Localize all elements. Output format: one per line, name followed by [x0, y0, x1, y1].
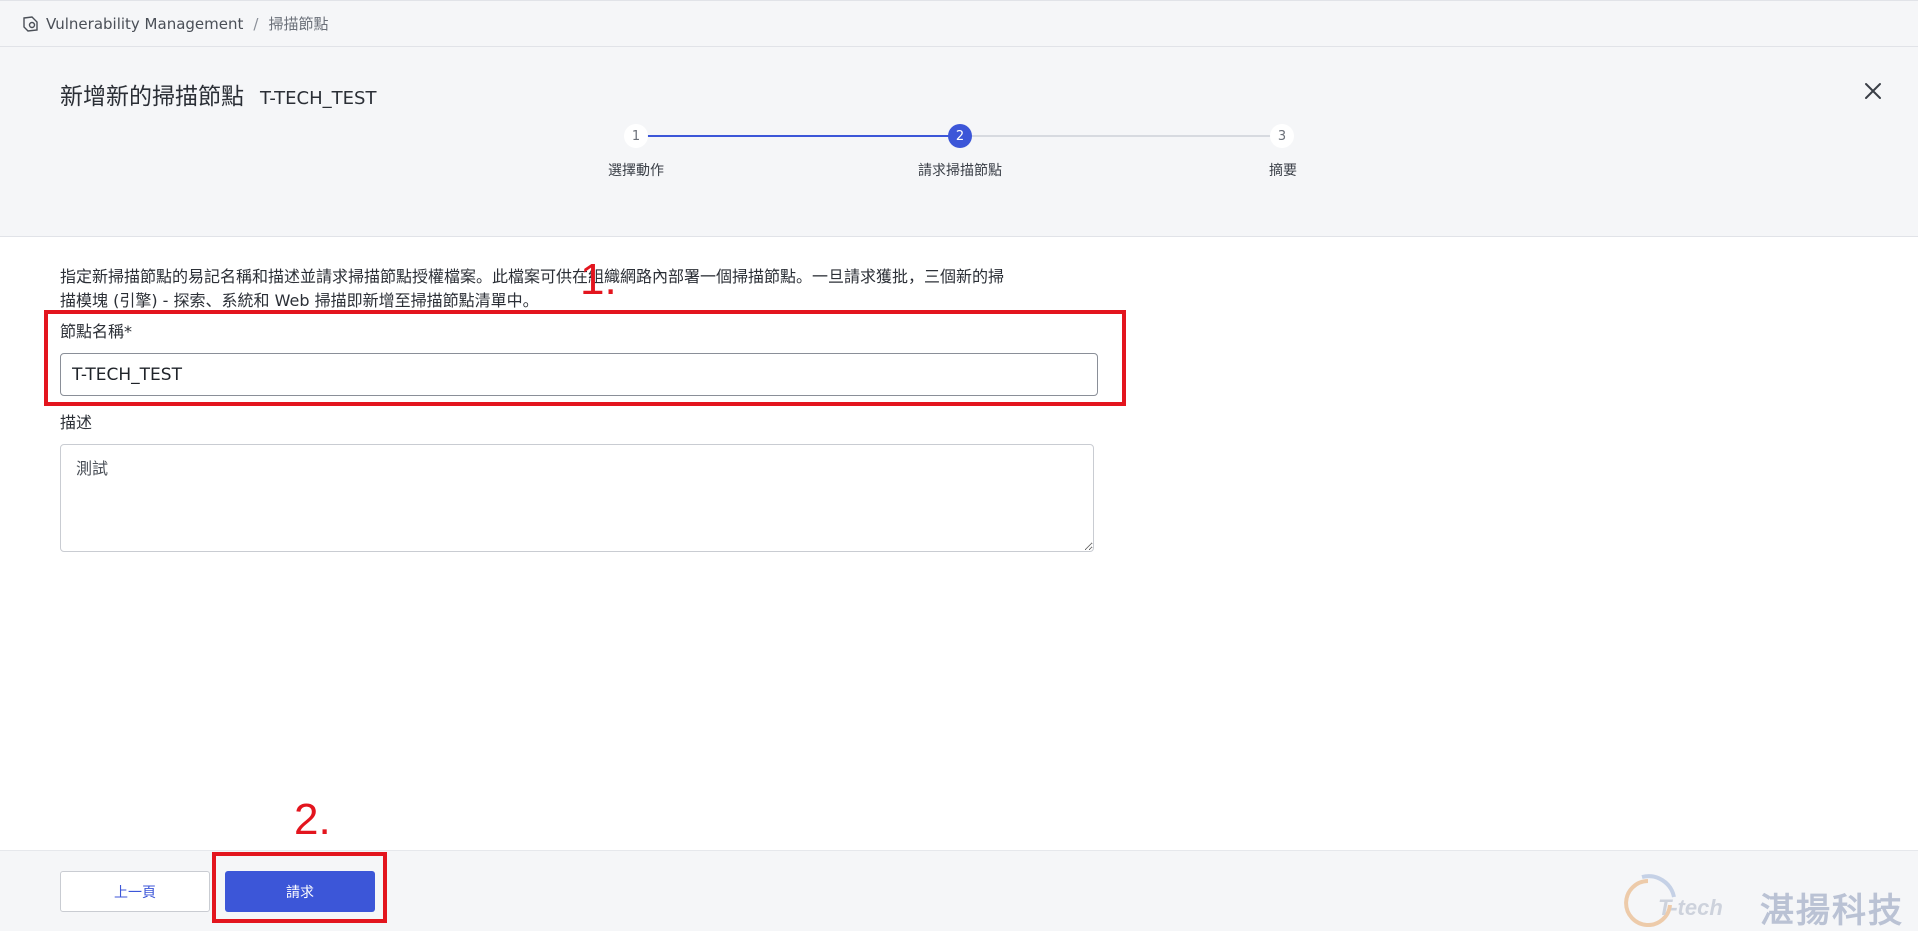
close-icon[interactable] — [1862, 80, 1884, 102]
vulnerability-management-icon[interactable] — [22, 15, 40, 33]
annotation-number-1: 1. — [580, 255, 617, 304]
stepper-line-pending — [968, 135, 1276, 137]
watermark-logo-text: T-tech — [1658, 895, 1723, 920]
description-label: 描述 — [60, 413, 93, 432]
watermark-company: 湛揚科技 — [1760, 891, 1904, 931]
breadcrumb: Vulnerability Management / 掃描節點 — [0, 0, 1918, 47]
step-3-label: 摘要 — [1269, 163, 1297, 179]
step-2-marker: 2 — [948, 124, 972, 148]
annotation-number-2: 2. — [294, 795, 331, 844]
request-button[interactable]: 請求 — [225, 871, 375, 912]
breadcrumb-current: 掃描節點 — [268, 15, 329, 33]
breadcrumb-separator: / — [253, 14, 259, 33]
step-1-label: 選擇動作 — [608, 163, 664, 179]
step-1-marker: 1 — [624, 124, 648, 148]
breadcrumb-root-link[interactable]: Vulnerability Management — [46, 15, 243, 33]
wizard-title: 新增新的掃描節點 T-TECH_TEST — [60, 77, 376, 111]
step-2-label: 請求掃描節點 — [918, 163, 1002, 179]
page-title: 新增新的掃描節點 — [60, 84, 244, 110]
stepper-line-completed — [644, 135, 952, 137]
description-textarea[interactable]: 測試 — [60, 444, 1094, 552]
node-name-label: 節點名稱* — [60, 322, 133, 341]
node-name-input[interactable] — [60, 353, 1098, 396]
page-subtitle: T-TECH_TEST — [260, 88, 377, 109]
watermark: T-tech 湛揚科技 — [1618, 873, 1918, 931]
previous-page-button[interactable]: 上一頁 — [60, 871, 210, 912]
wizard-stepper: 1 2 3 選擇動作 請求掃描節點 摘要 — [0, 120, 1918, 180]
step-3-marker: 3 — [1270, 124, 1294, 148]
wizard-header: 新增新的掃描節點 T-TECH_TEST 1 2 3 選擇動作 請求掃描節點 摘… — [0, 47, 1918, 237]
